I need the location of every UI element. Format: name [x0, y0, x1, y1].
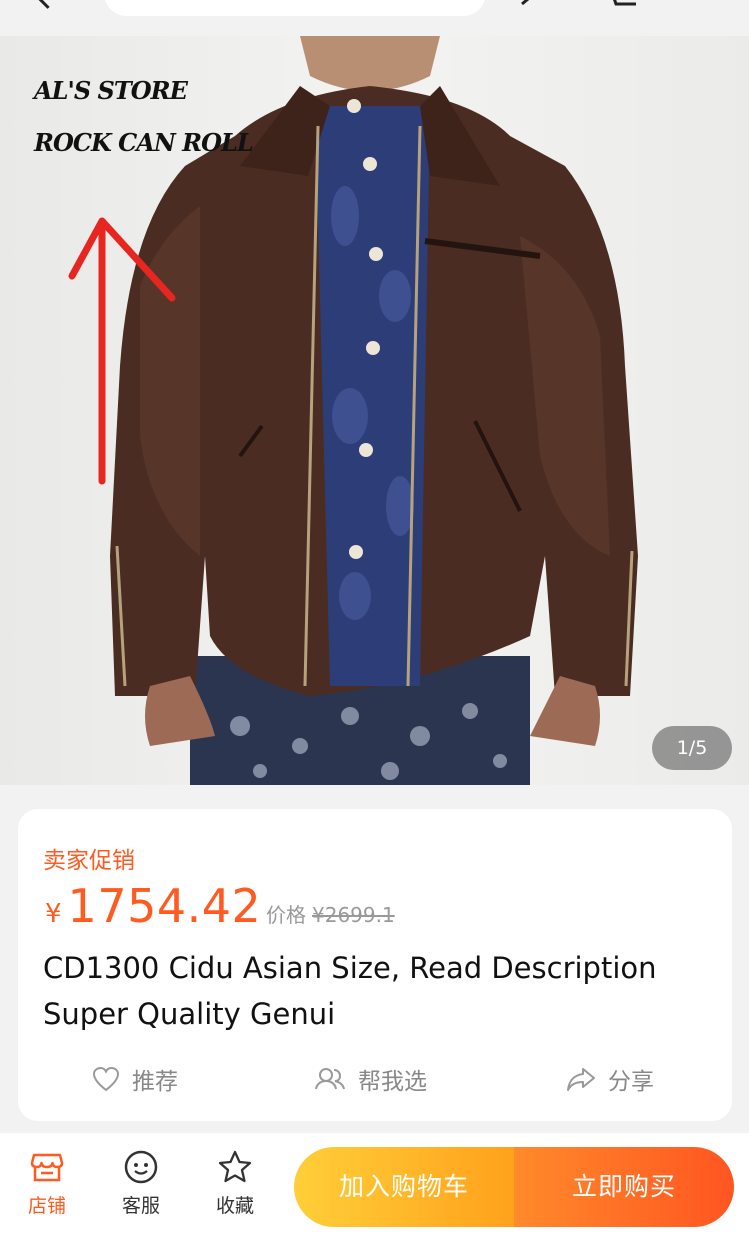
help-choose-label: 帮我选	[358, 1069, 427, 1095]
top-bar	[0, 0, 749, 36]
favorite-tab[interactable]: 收藏	[200, 1149, 270, 1218]
image-pager: 1/5	[652, 726, 732, 770]
bottom-bar: 店铺 客服 收藏 加入购物车 立即购买	[0, 1133, 749, 1241]
store-icon	[30, 1153, 64, 1182]
buy-now-button[interactable]: 立即购买	[514, 1147, 734, 1227]
price-value: 1754.42	[67, 879, 262, 933]
product-title: CD1300 Cidu Asian Size, Read Description…	[43, 951, 657, 1031]
recommend-button[interactable]: 推荐	[92, 1059, 178, 1099]
original-price: 价格 ¥2699.1	[266, 899, 395, 928]
people-icon	[315, 1068, 345, 1090]
share-label: 分享	[608, 1069, 654, 1095]
store-label: 店铺	[27, 1195, 66, 1217]
service-label: 客服	[121, 1195, 160, 1217]
product-info-card: 卖家促销 ¥1754.42 价格 ¥2699.1 CD1300 Cidu Asia…	[18, 809, 732, 1121]
share-icon[interactable]	[520, 0, 550, 6]
action-row: 推荐 帮我选 分享	[18, 1059, 732, 1099]
recommend-label: 推荐	[132, 1069, 178, 1095]
add-to-cart-button[interactable]: 加入购物车	[294, 1147, 514, 1227]
cart-icon[interactable]	[604, 0, 640, 8]
share-arrow-icon	[567, 1068, 595, 1091]
service-tab[interactable]: 客服	[106, 1149, 176, 1218]
store-watermark-line1: AL'S STORE	[34, 76, 188, 105]
store-tab[interactable]: 店铺	[12, 1149, 82, 1218]
star-icon	[218, 1150, 252, 1183]
promo-label: 卖家促销	[43, 848, 135, 874]
current-price: ¥1754.42	[45, 879, 261, 933]
currency-symbol: ¥	[45, 899, 62, 929]
customer-service-icon	[124, 1150, 158, 1184]
favorite-label: 收藏	[215, 1195, 254, 1217]
original-price-value: ¥2699.1	[312, 903, 395, 927]
original-price-label: 价格	[266, 903, 306, 927]
share-button[interactable]: 分享	[566, 1059, 654, 1099]
store-watermark-line2: ROCK CAN ROLL	[34, 128, 254, 157]
product-image[interactable]: AL'S STORE ROCK CAN ROLL 1/5	[0, 36, 749, 785]
heart-icon	[92, 1066, 120, 1092]
back-icon[interactable]	[34, 0, 61, 9]
purchase-buttons: 加入购物车 立即购买	[294, 1147, 734, 1227]
search-input[interactable]	[104, 0, 486, 16]
help-choose-button[interactable]: 帮我选	[314, 1059, 427, 1099]
